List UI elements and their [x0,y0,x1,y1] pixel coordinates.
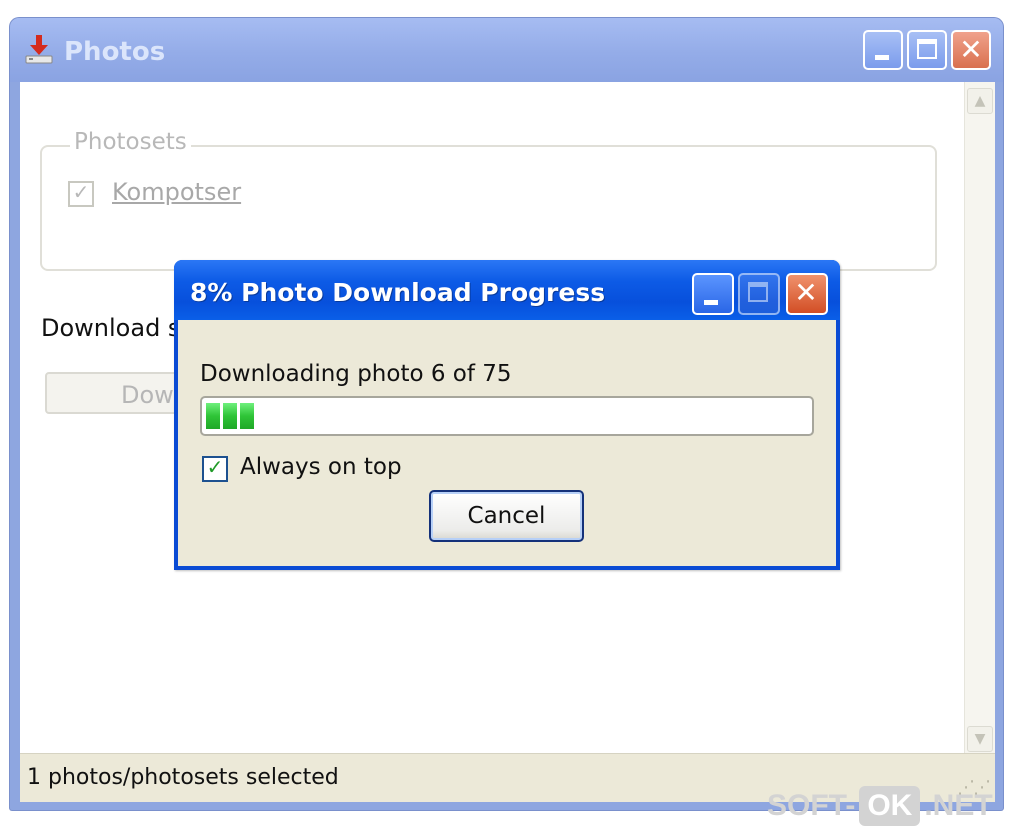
maximize-button[interactable] [907,30,947,70]
watermark: SOFT- OK .NET [767,784,993,828]
status-text: 1 photos/photosets selected [27,765,339,790]
progress-dialog-body: Downloading photo 6 of 75 ✓ Always on to… [178,320,836,566]
cancel-button[interactable]: Cancel [429,490,584,542]
always-on-top-label[interactable]: Always on top [240,454,402,480]
download-status-text: Downloading photo 6 of 75 [200,361,512,387]
download-label: Download s [41,314,181,342]
progress-segment [240,403,254,429]
photoset-checkbox[interactable]: ✓ [68,180,94,207]
minimize-icon [875,55,889,60]
photos-title-bar[interactable]: Photos ✕ [10,18,1003,82]
watermark-mid: OK [859,786,921,826]
minimize-button[interactable] [863,30,903,70]
progress-title-bar[interactable]: 8% Photo Download Progress ✕ [174,260,840,320]
watermark-right: .NET [924,789,993,822]
cancel-button-label: Cancel [467,503,546,529]
download-progress-bar [200,396,814,436]
checkmark-icon: ✓ [206,455,224,479]
download-arrow-icon [25,35,53,64]
maximize-icon [917,39,937,59]
window-title: Photos [64,37,166,67]
minimize-icon [704,300,718,305]
watermark-left: SOFT- [767,789,856,822]
scroll-down-icon[interactable]: ▼ [967,726,993,752]
checkmark-icon: ✓ [72,180,90,204]
scroll-up-icon[interactable]: ▲ [967,88,993,114]
always-on-top-checkbox[interactable]: ✓ [202,455,228,482]
photosets-groupbox: Photosets ✓ Kompotser [40,129,937,271]
progress-dialog-title: 8% Photo Download Progress [190,278,606,307]
progress-dialog: 8% Photo Download Progress ✕ Downloading… [174,260,840,570]
close-icon: ✕ [794,276,818,309]
dialog-close-button[interactable]: ✕ [786,273,828,315]
close-button[interactable]: ✕ [951,30,991,70]
photosets-group-label: Photosets [70,129,191,155]
progress-segment [206,403,220,429]
close-icon: ✕ [959,33,983,66]
progress-segment [223,403,237,429]
download-button-label: Dow [121,381,174,409]
maximize-icon [748,282,768,302]
dialog-maximize-button [738,273,780,315]
photoset-link[interactable]: Kompotser [112,178,241,206]
vertical-scrollbar[interactable]: ▲ ▼ [964,82,995,758]
dialog-minimize-button[interactable] [692,273,734,315]
progress-fill [206,403,254,429]
